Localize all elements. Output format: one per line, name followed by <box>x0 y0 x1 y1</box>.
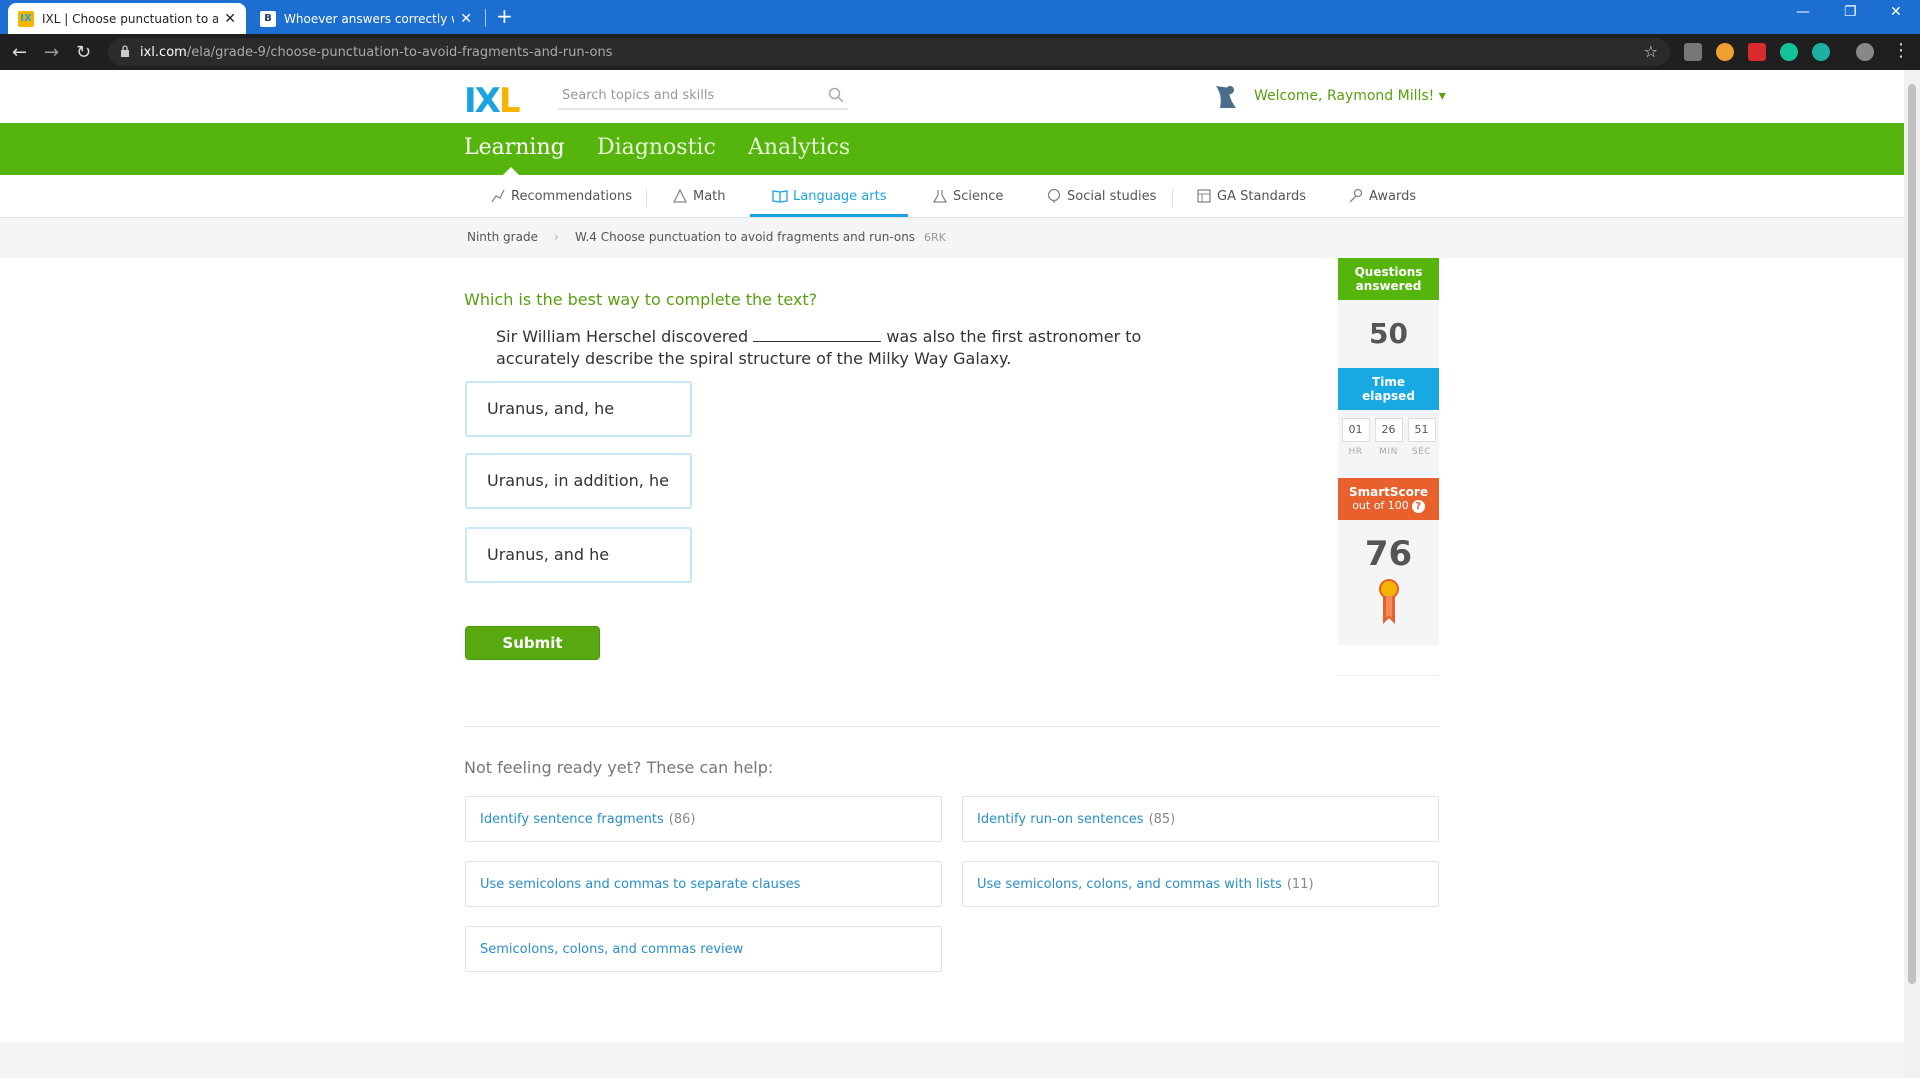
section-divider <box>464 726 1439 727</box>
active-subject-underline <box>750 214 908 217</box>
standards-icon <box>1197 189 1211 203</box>
close-tab-icon[interactable]: ✕ <box>224 11 236 27</box>
subnav-language-arts[interactable]: Language arts <box>772 188 886 204</box>
extension-icon[interactable] <box>1716 43 1734 61</box>
globe-icon <box>1047 188 1061 203</box>
search-icon[interactable] <box>828 87 844 103</box>
ixl-header: IXL Search topics and skills Welcome, Ra… <box>0 70 1904 123</box>
search-input[interactable]: Search topics and skills <box>558 84 848 110</box>
browser-toolbar: ← → ↻ ixl.com/ela/grade-9/choose-punctua… <box>0 34 1920 70</box>
minimize-icon[interactable]: — <box>1796 4 1810 20</box>
time-elapsed-panel: 01 HR 26 MIN 51 SEC <box>1338 410 1439 478</box>
help-link[interactable]: Use semicolons, colons, and commas with … <box>962 861 1439 907</box>
question-text: Sir William Herschel discovered was also… <box>496 326 1142 368</box>
help-link[interactable]: Semicolons, colons, and commas review <box>465 926 942 972</box>
breadcrumb-grade[interactable]: Ninth grade <box>467 230 538 244</box>
extension-icon[interactable] <box>1748 43 1766 61</box>
main-nav-learning[interactable]: Learning <box>464 135 565 160</box>
time-hours: 01 <box>1341 418 1370 442</box>
extension-icon[interactable] <box>1684 43 1702 61</box>
help-question-icon[interactable]: ? <box>1411 500 1425 513</box>
page-scrollbar[interactable] <box>1904 70 1920 1078</box>
lock-icon <box>121 45 129 57</box>
url-host: ixl.com <box>140 44 187 60</box>
skill-code: 6RK <box>924 231 946 244</box>
question-prompt: Which is the best way to complete the te… <box>464 290 818 309</box>
subnav-divider <box>1172 189 1173 207</box>
profile-avatar[interactable] <box>1856 43 1874 61</box>
page-footer <box>0 1042 1904 1078</box>
smartscore-value: 76 <box>1364 534 1413 574</box>
questions-answered-header: Questions answered <box>1338 258 1439 300</box>
smartscore-panel: 76 <box>1338 520 1439 645</box>
new-tab-icon[interactable]: + <box>496 4 513 28</box>
restore-icon[interactable]: ❐ <box>1844 4 1857 20</box>
extension-icon[interactable] <box>1812 43 1830 61</box>
brainly-favicon-icon: B <box>260 10 276 27</box>
subnav-social-studies[interactable]: Social studies <box>1046 188 1156 204</box>
scrollbar-thumb[interactable] <box>1908 84 1916 984</box>
help-link[interactable]: Identify sentence fragments (86) <box>465 796 942 842</box>
breadcrumb-skill: W.4 Choose punctuation to avoid fragment… <box>575 230 916 244</box>
answer-choice[interactable]: Uranus, and he <box>465 527 692 583</box>
breadcrumb: Ninth grade › W.4 Choose punctuation to … <box>0 218 1904 258</box>
help-link[interactable]: Identify run-on sentences (85) <box>962 796 1439 842</box>
subnav-recommendations[interactable]: Recommendations <box>490 188 632 204</box>
time-minutes: 26 <box>1374 418 1403 442</box>
science-icon <box>932 190 948 203</box>
subject-nav: Recommendations Math Language arts Scien… <box>0 175 1904 218</box>
url-path: /ela/grade-9/choose-punctuation-to-avoid… <box>186 44 613 60</box>
back-icon[interactable]: ← <box>12 42 27 63</box>
award-ribbon-icon <box>1378 579 1399 624</box>
main-nav-diagnostic[interactable]: Diagnostic <box>597 135 716 160</box>
address-bar[interactable]: ixl.com/ela/grade-9/choose-punctuation-t… <box>108 38 1670 66</box>
active-nav-arrow <box>503 167 519 175</box>
reload-icon[interactable]: ↻ <box>76 42 91 63</box>
close-window-icon[interactable]: ✕ <box>1890 4 1902 20</box>
tab-title: Whoever answers correctly will get <box>284 11 454 26</box>
main-nav-bar: Learning Diagnostic Analytics <box>0 123 1904 175</box>
submit-button[interactable]: Submit <box>465 626 600 660</box>
tab-title: IXL | Choose punctuation to avoid fragme… <box>42 11 219 26</box>
questions-answered-value: 50 <box>1338 300 1439 368</box>
tab-separator <box>485 9 486 27</box>
browser-tab-bar: IX IXL | Choose punctuation to avoid fra… <box>0 0 1920 34</box>
smartscore-header: SmartScore out of 100? <box>1338 478 1439 520</box>
ixl-logo[interactable]: IXL <box>464 84 521 118</box>
browser-tab-ixl[interactable]: IX IXL | Choose punctuation to avoid fra… <box>8 3 246 34</box>
breadcrumb-separator: › <box>554 230 559 244</box>
time-seconds: 51 <box>1407 418 1436 442</box>
answer-blank <box>753 326 882 342</box>
progress-sidebar: Questions answered 50 Time elapsed 01 HR … <box>1338 258 1439 645</box>
subnav-divider <box>646 189 647 207</box>
answer-choice[interactable]: Uranus, and, he <box>465 381 692 437</box>
browser-tab-brainly[interactable]: B Whoever answers correctly will get ✕ <box>250 3 482 34</box>
book-icon <box>772 190 788 203</box>
ixl-favicon-icon: IX <box>18 10 34 27</box>
forward-icon[interactable]: → <box>44 42 59 63</box>
help-title: Not feeling ready yet? These can help: <box>464 758 774 777</box>
time-elapsed-header: Time elapsed <box>1338 368 1439 410</box>
subnav-awards[interactable]: Awards <box>1348 188 1416 204</box>
help-link[interactable]: Use semicolons and commas to separate cl… <box>465 861 942 907</box>
close-tab-icon[interactable]: ✕ <box>460 11 472 27</box>
menu-kebab-icon[interactable]: ⋮ <box>1892 40 1910 61</box>
subnav-science[interactable]: Science <box>932 188 1003 204</box>
main-nav-analytics[interactable]: Analytics <box>748 135 850 160</box>
subnav-ga-standards[interactable]: GA Standards <box>1196 188 1306 204</box>
answer-choice[interactable]: Uranus, in addition, he <box>465 453 692 509</box>
math-icon <box>672 188 688 203</box>
sidebar-divider <box>1338 675 1439 676</box>
bookmark-star-icon[interactable]: ☆ <box>1644 42 1658 61</box>
subnav-math[interactable]: Math <box>672 188 726 204</box>
awards-icon <box>1349 188 1363 203</box>
welcome-menu[interactable]: Welcome, Raymond Mills! ▾ <box>1254 88 1446 104</box>
grammarly-icon[interactable] <box>1780 43 1798 61</box>
page-viewport: IXL Search topics and skills Welcome, Ra… <box>0 70 1904 1078</box>
user-avatar-icon[interactable] <box>1210 82 1242 112</box>
recommendations-icon <box>491 189 505 203</box>
